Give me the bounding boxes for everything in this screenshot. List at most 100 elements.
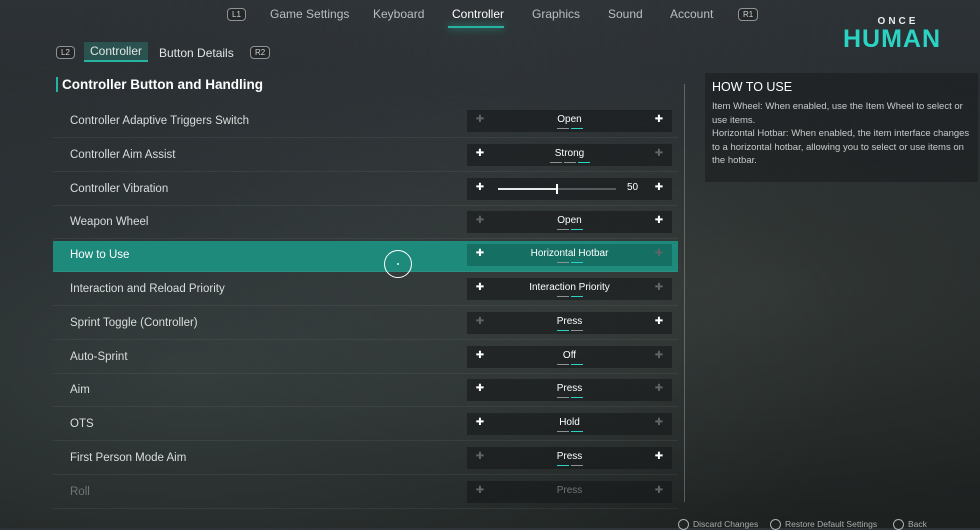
tab-controller[interactable]: Controller: [452, 7, 504, 21]
tab-sound[interactable]: Sound: [608, 7, 643, 21]
triangle-button-icon: [770, 519, 781, 530]
dpad-right-icon[interactable]: ✚: [654, 216, 664, 226]
option-selector[interactable]: ✚ Hold ✚: [467, 413, 672, 435]
setting-label: Interaction and Reload Priority: [70, 283, 225, 295]
square-button-icon: [678, 519, 689, 530]
option-value: Hold: [559, 417, 580, 428]
option-selector[interactable]: ✚ Press ✚: [467, 312, 672, 334]
option-selector[interactable]: ✚ Press ✚: [467, 447, 672, 469]
info-panel-text: Item Wheel: When enabled, use the Item W…: [712, 101, 970, 166]
dpad-left-icon[interactable]: ✚: [475, 183, 485, 193]
setting-label: Controller Adaptive Triggers Switch: [70, 115, 249, 127]
setting-row-selected[interactable]: How to Use ✚ Horizontal Hotbar ✚: [53, 241, 678, 272]
option-value: Off: [562, 350, 577, 361]
dpad-right-icon[interactable]: ✚: [654, 418, 664, 428]
option-value: Interaction Priority: [529, 282, 610, 293]
back-button[interactable]: Back: [893, 519, 927, 530]
tab-game-settings[interactable]: Game Settings: [270, 7, 349, 21]
option-selector[interactable]: ✚ Horizontal Hotbar ✚: [467, 244, 672, 266]
setting-label: How to Use: [70, 249, 130, 261]
setting-label: Controller Vibration: [70, 183, 169, 195]
discard-changes-button[interactable]: Discard Changes: [678, 519, 758, 530]
option-indicator: [467, 465, 672, 466]
setting-row[interactable]: Sprint Toggle (Controller) ✚ Press ✚: [53, 309, 678, 340]
option-indicator: [467, 397, 672, 398]
tab-graphics[interactable]: Graphics: [532, 7, 580, 21]
info-panel: HOW TO USE Item Wheel: When enabled, use…: [705, 73, 978, 182]
restore-defaults-button[interactable]: Restore Default Settings: [770, 519, 877, 530]
subtab-controller[interactable]: Controller: [84, 42, 149, 62]
dpad-right-icon[interactable]: ✚: [654, 452, 664, 462]
setting-row[interactable]: First Person Mode Aim ✚ Press ✚: [53, 444, 678, 475]
dpad-right-icon[interactable]: ✚: [654, 149, 664, 159]
dpad-right-icon[interactable]: ✚: [654, 183, 664, 193]
option-value: Press: [556, 316, 583, 327]
option-indicator: [467, 128, 672, 129]
option-selector[interactable]: ✚ Press ✚: [467, 481, 672, 503]
option-selector[interactable]: ✚ Off ✚: [467, 346, 672, 368]
dpad-right-icon[interactable]: ✚: [654, 283, 664, 293]
setting-row[interactable]: Controller Adaptive Triggers Switch ✚ Op…: [53, 107, 678, 138]
game-logo: ONCE HUMAN: [843, 16, 940, 52]
subtab-button-details[interactable]: Button Details: [159, 46, 234, 60]
dpad-right-icon[interactable]: ✚: [654, 486, 664, 496]
option-indicator: [467, 229, 672, 230]
option-indicator: [467, 162, 672, 163]
setting-label: Weapon Wheel: [70, 216, 149, 228]
slider-fill: [498, 188, 557, 190]
dpad-right-icon[interactable]: ✚: [654, 384, 664, 394]
setting-label: Aim: [70, 384, 90, 396]
setting-label: Roll: [70, 486, 90, 498]
option-selector[interactable]: ✚ Press ✚: [467, 379, 672, 401]
option-indicator: [467, 262, 672, 263]
setting-row[interactable]: Controller Aim Assist ✚ Strong ✚: [53, 141, 678, 172]
r1-key-hint: R1: [738, 8, 759, 21]
option-indicator: [467, 431, 672, 432]
l2-key-hint: L2: [56, 46, 75, 59]
option-value: Horizontal Hotbar: [530, 248, 609, 259]
option-value: Open: [557, 114, 582, 125]
dpad-right-icon[interactable]: ✚: [654, 249, 664, 259]
setting-label: Controller Aim Assist: [70, 149, 176, 161]
setting-row[interactable]: Interaction and Reload Priority ✚ Intera…: [53, 275, 678, 306]
setting-row[interactable]: Auto-Sprint ✚ Off ✚: [53, 343, 678, 374]
l1-key-hint: L1: [227, 8, 246, 21]
vibration-slider[interactable]: [498, 184, 616, 194]
setting-row[interactable]: OTS ✚ Hold ✚: [53, 410, 678, 441]
dpad-right-icon[interactable]: ✚: [654, 115, 664, 125]
option-value: Open: [557, 215, 582, 226]
r2-key-hint: R2: [250, 46, 271, 59]
option-value: Strong: [554, 148, 585, 159]
option-indicator: [467, 330, 672, 331]
section-title: Controller Button and Handling: [56, 77, 263, 92]
info-panel-title: HOW TO USE: [712, 80, 793, 94]
circle-button-icon: [893, 519, 904, 530]
option-value: Press: [556, 383, 583, 394]
setting-label: OTS: [70, 418, 94, 430]
dpad-right-icon[interactable]: ✚: [654, 317, 664, 327]
setting-row[interactable]: Controller Vibration ✚ 50 ✚: [53, 175, 678, 206]
option-selector[interactable]: ✚ Open ✚: [467, 211, 672, 233]
setting-label: Auto-Sprint: [70, 351, 128, 363]
setting-label: Sprint Toggle (Controller): [70, 317, 198, 329]
slider-handle[interactable]: [556, 184, 558, 194]
option-indicator: [467, 364, 672, 365]
top-nav: L1 Game Settings Keyboard Controller Gra…: [0, 0, 980, 28]
slider-control[interactable]: ✚ 50 ✚: [467, 178, 672, 200]
setting-row[interactable]: Weapon Wheel ✚ Open ✚: [53, 208, 678, 239]
setting-label: First Person Mode Aim: [70, 452, 187, 464]
tab-keyboard[interactable]: Keyboard: [373, 7, 424, 21]
dpad-right-icon[interactable]: ✚: [654, 351, 664, 361]
option-value: Press: [556, 485, 583, 496]
setting-row[interactable]: Aim ✚ Press ✚: [53, 376, 678, 407]
controller-cursor: [384, 250, 412, 278]
option-selector[interactable]: ✚ Open ✚: [467, 110, 672, 132]
active-tab-indicator: [448, 26, 504, 28]
option-selector[interactable]: ✚ Interaction Priority ✚: [467, 278, 672, 300]
option-value: Press: [556, 451, 583, 462]
setting-row[interactable]: Roll ✚ Press ✚: [53, 478, 678, 509]
slider-value: 50: [627, 182, 639, 193]
panel-divider: [684, 84, 685, 502]
tab-account[interactable]: Account: [670, 7, 713, 21]
option-selector[interactable]: ✚ Strong ✚: [467, 144, 672, 166]
